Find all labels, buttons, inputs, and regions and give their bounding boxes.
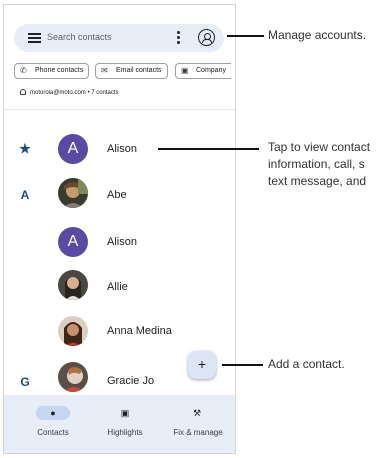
contact-name: Abe xyxy=(107,189,127,201)
wrench-icon: ⚒ xyxy=(192,408,202,418)
person-icon xyxy=(20,89,26,95)
divider xyxy=(4,109,235,110)
filter-chip-phone-contacts[interactable]: ✆ Phone contacts xyxy=(14,63,90,79)
section-letter: G xyxy=(20,375,30,389)
callout-manage-accounts: Manage accounts. xyxy=(268,28,367,42)
add-contact-button[interactable]: + xyxy=(188,351,216,379)
contact-row[interactable]: A Abe xyxy=(4,175,235,215)
filter-chip-company[interactable]: ▣ Company xyxy=(175,63,231,79)
person-icon: ● xyxy=(50,408,56,418)
callout-pointer xyxy=(227,35,264,37)
more-options-icon[interactable] xyxy=(177,31,181,45)
contact-row[interactable]: Allie xyxy=(4,267,235,307)
avatar-photo xyxy=(58,362,88,392)
menu-icon[interactable] xyxy=(28,33,41,43)
callout-tap-contact: Tap to view contact information, call, s… xyxy=(268,140,371,188)
search-bar[interactable]: Search contacts xyxy=(14,24,224,52)
avatar-photo xyxy=(58,270,88,300)
phone-icon: ✆ xyxy=(20,66,27,75)
contact-row[interactable]: A Alison xyxy=(4,222,235,262)
email-icon: ✉ xyxy=(101,66,108,75)
callout-pointer xyxy=(158,148,259,150)
bottom-navigation: ● Contacts ▣ Highlights ⚒ Fix & manage xyxy=(4,395,235,453)
nav-highlights[interactable]: ▣ Highlights xyxy=(86,395,164,453)
account-summary: motorola@moto.com • 7 contacts xyxy=(20,89,119,96)
search-input[interactable]: Search contacts xyxy=(47,32,112,42)
plus-icon: + xyxy=(197,356,207,372)
nav-label: Highlights xyxy=(107,428,143,437)
favorites-star-icon: ★ xyxy=(19,141,31,156)
account-icon[interactable] xyxy=(198,29,215,46)
company-icon: ▣ xyxy=(181,66,189,75)
contact-name: Alison xyxy=(107,236,137,248)
callout-add-contact: Add a contact. xyxy=(268,357,345,371)
contact-name: Alison xyxy=(107,143,137,155)
avatar: A xyxy=(58,134,88,164)
contact-name: Gracie Jo xyxy=(107,375,155,387)
avatar-photo xyxy=(58,178,88,208)
avatar-photo xyxy=(58,316,88,346)
contact-row[interactable]: Anna Medina xyxy=(4,311,235,351)
callout-pointer xyxy=(222,364,263,366)
nav-label: Fix & manage xyxy=(173,428,223,437)
highlights-icon: ▣ xyxy=(120,408,130,418)
avatar: A xyxy=(58,227,88,257)
section-letter: A xyxy=(20,188,30,202)
nav-contacts[interactable]: ● Contacts xyxy=(4,395,82,453)
contact-name: Anna Medina xyxy=(107,325,172,337)
phone-screen: Search contacts ✆ Phone contacts ✉ Email… xyxy=(3,4,236,454)
nav-label: Contacts xyxy=(37,428,69,437)
nav-fix-manage[interactable]: ⚒ Fix & manage xyxy=(159,395,235,453)
contact-name: Allie xyxy=(107,281,128,293)
filter-chip-email-contacts[interactable]: ✉ Email contacts xyxy=(95,63,168,79)
